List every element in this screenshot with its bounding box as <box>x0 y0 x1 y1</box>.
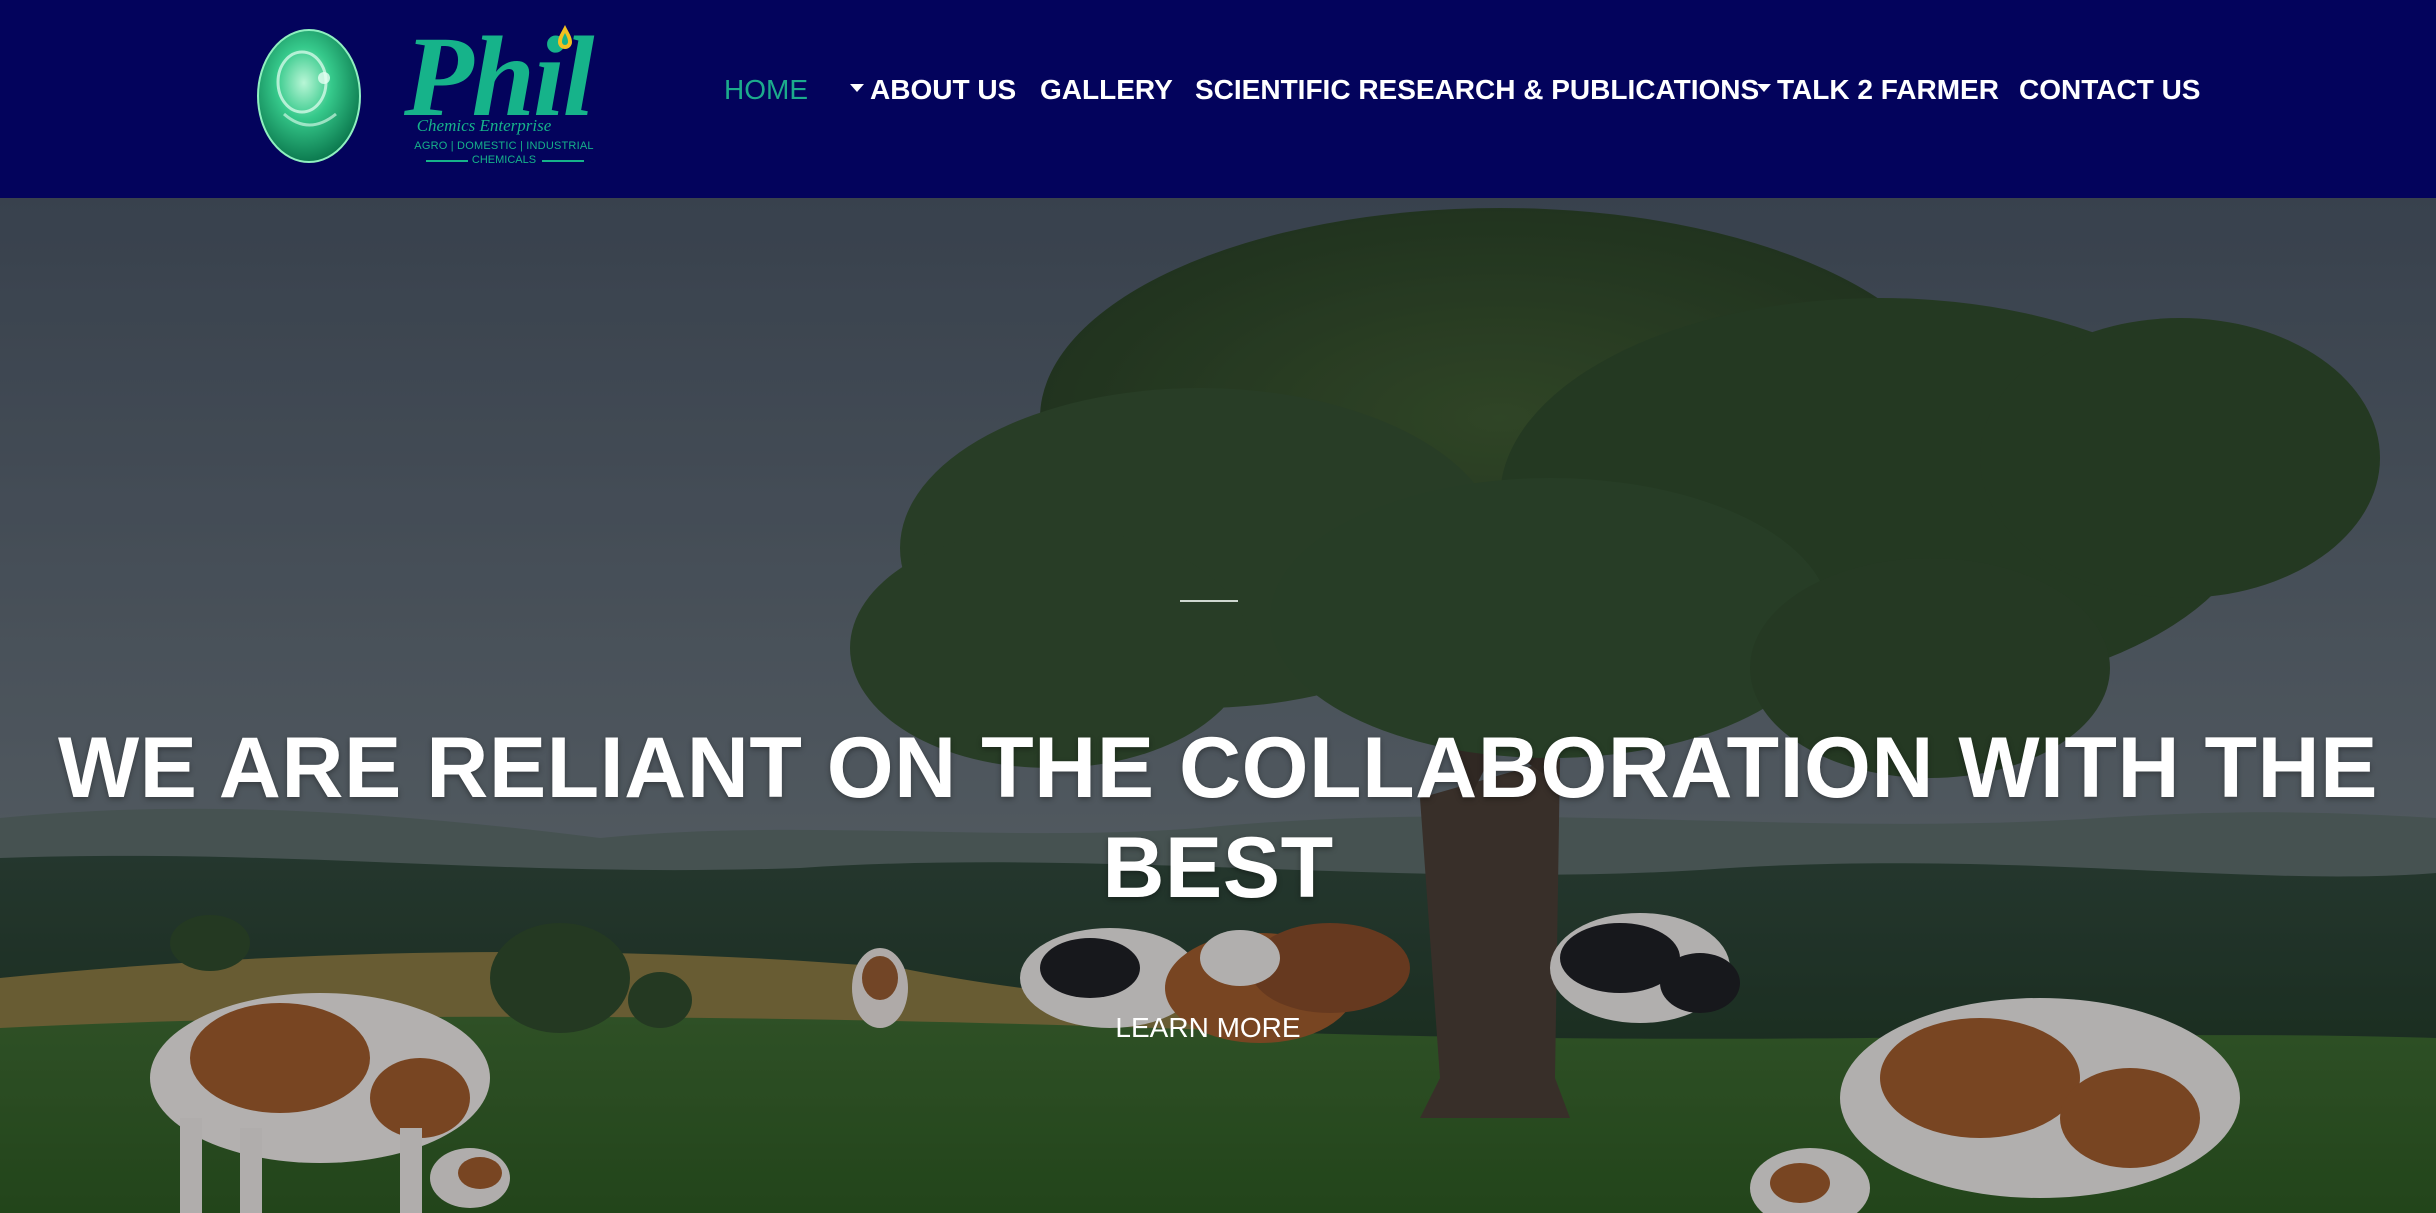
site-header: Phil Chemics Enterprise AGRO | DOMESTIC … <box>0 0 2436 198</box>
nav-contact-us[interactable]: CONTACT US <box>2019 72 2200 108</box>
nav-research[interactable]: SCIENTIFIC RESEARCH & PUBLICATIONS <box>1195 72 1759 108</box>
caret-down-icon <box>1757 83 1771 92</box>
nav-home[interactable]: HOME <box>724 72 808 108</box>
hero-title: WE ARE RELIANT ON THE COLLABORATION WITH… <box>58 720 2378 916</box>
nav-about-label: ABOUT US <box>870 74 1017 105</box>
nav-gallery[interactable]: GALLERY <box>1040 72 1173 108</box>
hero-divider <box>1180 600 1238 602</box>
nav-talk-label: TALK 2 FARMER <box>1777 74 1999 105</box>
nav-talk-2-farmer[interactable]: TALK 2 FARMER <box>1757 72 1999 108</box>
hero-banner: WE ARE RELIANT ON THE COLLABORATION WITH… <box>0 198 2436 1213</box>
learn-more-button[interactable]: LEARN MORE <box>1108 1006 1308 1050</box>
caret-down-icon <box>850 83 864 92</box>
main-nav: HOME ABOUT US GALLERY SCIENTIFIC RESEARC… <box>0 0 2436 178</box>
hero-overlay <box>0 198 2436 1213</box>
nav-about-us[interactable]: ABOUT US <box>850 72 1016 108</box>
